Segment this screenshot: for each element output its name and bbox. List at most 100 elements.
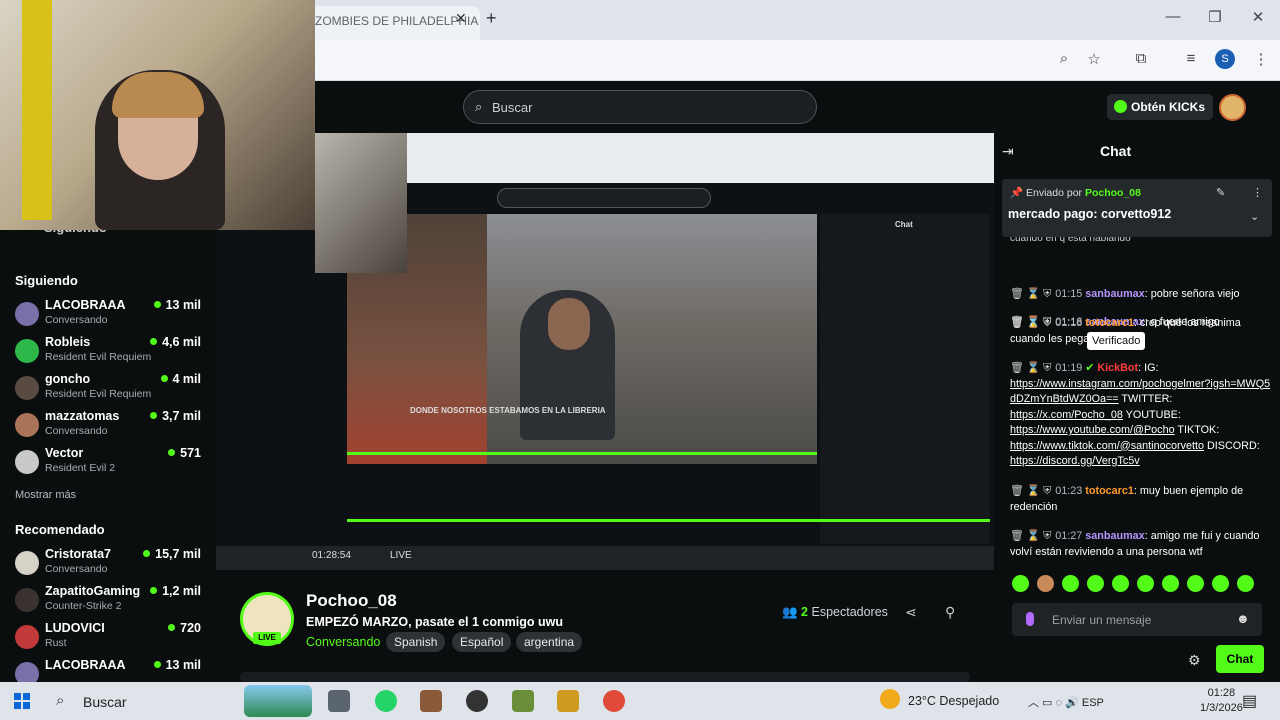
chat-input[interactable]: Enviar un mensaje — [1012, 603, 1262, 636]
pinned-menu-icon[interactable]: ⋮ — [1252, 186, 1263, 199]
chrome-icon[interactable] — [603, 690, 625, 712]
emoji-icon[interactable]: ☻ — [1236, 611, 1250, 626]
clock[interactable]: 01:28 1/3/2026 — [1200, 686, 1243, 716]
sidebar-channel[interactable]: Vector Resident Evil 2 571 — [15, 446, 205, 482]
sidebar-channel[interactable]: Cristorata7 Conversando 15,7 mil — [15, 547, 205, 583]
whatsapp-icon[interactable] — [375, 690, 397, 712]
sidebar-channel[interactable]: LUDOVICI Rust 720 — [15, 621, 205, 657]
gear-icon[interactable]: ⚙ — [1188, 652, 1201, 669]
collapse-chat-icon[interactable]: ⇥ — [1002, 143, 1014, 160]
follow-user-icon[interactable]: ⚲ — [945, 604, 955, 621]
profile-avatar[interactable]: S — [1215, 49, 1235, 69]
channel-activity: Rust — [45, 637, 67, 649]
channel-activity: Resident Evil Requiem — [45, 351, 152, 363]
twitter-link[interactable]: https://x.com/Pocho_08 — [1010, 409, 1123, 421]
bookmark-star-icon[interactable]: ☆ — [1083, 50, 1105, 68]
emote-icon[interactable] — [1012, 575, 1029, 592]
sidebar-channel[interactable]: ZapatitoGaming Counter-Strike 2 1,2 mil — [15, 584, 205, 620]
sidebar-channel[interactable]: LACOBRAAA Conversando 13 mil — [15, 298, 205, 334]
streamer-name[interactable]: Pochoo_08 — [306, 591, 397, 611]
chat-title: Chat — [1100, 143, 1132, 159]
zoom-icon[interactable]: ⌕ — [1053, 50, 1075, 67]
game-launcher-icon[interactable] — [557, 690, 579, 712]
channel-name: goncho — [45, 372, 91, 386]
emote-icon[interactable] — [1137, 575, 1154, 592]
share-icon[interactable]: ⋖ — [905, 604, 917, 621]
window-restore-button[interactable]: ❐ — [1200, 8, 1230, 26]
channel-name: mazzatomas — [45, 409, 120, 423]
tiktok-link[interactable]: https://www.tiktok.com/@santinocorvetto — [1010, 440, 1204, 452]
tray-icons[interactable]: ︿ ▭ ◌ 🔊 — [1028, 697, 1082, 709]
chevron-down-icon[interactable]: ⌄ — [1250, 210, 1259, 223]
windows-start-icon[interactable] — [14, 693, 30, 709]
viewer-count: 4,6 mil — [150, 335, 201, 349]
embedded-chat — [820, 214, 990, 544]
moderation-icons[interactable]: 🗑 ⌛ ⛨ — [1010, 485, 1051, 497]
message-username[interactable]: totocarc1 — [1085, 485, 1134, 497]
channel-avatar — [15, 625, 39, 649]
youtube-label: YOUTUBE: — [1125, 408, 1181, 421]
media-control-icon[interactable]: ≡ — [1180, 50, 1202, 67]
browser-tab[interactable]: ZOMBIES DE PHILADELPHIA — [305, 6, 480, 40]
channel-name: LUDOVICI — [45, 621, 105, 635]
viewers-count: 2 — [801, 605, 808, 619]
search-icon: ⌕ — [475, 99, 483, 114]
moderation-icons[interactable]: 🗑 ⌛ ⛨ — [1010, 362, 1051, 374]
emote-icon[interactable] — [1187, 575, 1204, 592]
notification-icon[interactable]: ▤ — [1242, 691, 1257, 711]
viewer-count: 13 mil — [154, 658, 201, 672]
stream-category[interactable]: Conversando — [306, 635, 380, 649]
tag-argentina[interactable]: argentina — [516, 632, 583, 652]
widgets-icon[interactable] — [244, 685, 312, 717]
weather-icon — [880, 689, 900, 709]
verified-tooltip: Verificado — [1087, 332, 1146, 350]
sidebar-channel[interactable]: Robleis Resident Evil Requiem 4,6 mil — [15, 335, 205, 371]
show-more-link[interactable]: Mostrar más — [15, 489, 76, 501]
emote-icon[interactable] — [1062, 575, 1079, 592]
youtube-link[interactable]: https://www.youtube.com/@Pocho — [1010, 424, 1175, 436]
new-tab-button[interactable]: + — [486, 8, 497, 29]
search-input[interactable]: Buscar — [463, 90, 817, 124]
system-tray[interactable]: ︿ ▭ ◌ 🔊 ESP — [1028, 694, 1104, 710]
tab-close-icon[interactable]: ✕ — [455, 10, 467, 27]
viewer-count: 1,2 mil — [150, 584, 201, 598]
sidebar-channel[interactable]: mazzatomas Conversando 3,7 mil — [15, 409, 205, 445]
minecraft-icon[interactable] — [512, 690, 534, 712]
moderation-icons[interactable]: 🗑 ⌛ ⛨ — [1010, 288, 1051, 300]
message-username[interactable]: sanbaumax — [1085, 288, 1144, 300]
task-view-icon[interactable] — [328, 690, 350, 712]
window-minimize-button[interactable]: — — [1158, 8, 1188, 25]
chat-send-button[interactable]: Chat — [1216, 645, 1264, 673]
window-close-button[interactable]: ✕ — [1243, 8, 1273, 26]
extensions-icon[interactable]: ⧉ — [1130, 50, 1152, 67]
browser-menu-icon[interactable]: ⋮ — [1250, 50, 1272, 68]
emote-icon[interactable] — [1087, 575, 1104, 592]
viewer-count: 720 — [168, 621, 201, 635]
emote-icon[interactable] — [1037, 575, 1054, 592]
sidebar-channel[interactable]: goncho Resident Evil Requiem 4 mil — [15, 372, 205, 408]
channel-name: LACOBRAAA — [45, 298, 126, 312]
emote-icon[interactable] — [1237, 575, 1254, 592]
message-username[interactable]: totocarc1 — [1085, 317, 1134, 329]
unpin-icon[interactable]: ✎ — [1216, 186, 1225, 199]
tag-spanish[interactable]: Spanish — [386, 632, 446, 652]
language-indicator[interactable]: ESP — [1082, 697, 1104, 709]
tag-espanol[interactable]: Español — [452, 632, 512, 652]
message-username[interactable]: KickBot — [1097, 362, 1138, 374]
message-username[interactable]: sanbaumax — [1085, 530, 1144, 542]
app-icon[interactable] — [466, 690, 488, 712]
microphone-icon[interactable] — [1026, 612, 1034, 626]
emote-icon[interactable] — [1212, 575, 1229, 592]
user-avatar[interactable] — [1219, 94, 1246, 121]
game-app-icon[interactable] — [420, 690, 442, 712]
moderation-icons[interactable]: 🗑 ⌛ ⛨ — [1010, 317, 1051, 329]
moderation-icons[interactable]: 🗑 ⌛ ⛨ — [1010, 530, 1051, 542]
twitter-label: TWITTER: — [1121, 393, 1173, 405]
taskbar-search[interactable]: Buscar — [48, 688, 248, 716]
emote-icon[interactable] — [1112, 575, 1129, 592]
channel-avatar — [15, 588, 39, 612]
emote-icon[interactable] — [1162, 575, 1179, 592]
weather-text[interactable]: 23°C Despejado — [908, 694, 999, 708]
viewer-count: 571 — [168, 446, 201, 460]
discord-link[interactable]: https://discord.gg/VergTc5v — [1010, 455, 1140, 467]
